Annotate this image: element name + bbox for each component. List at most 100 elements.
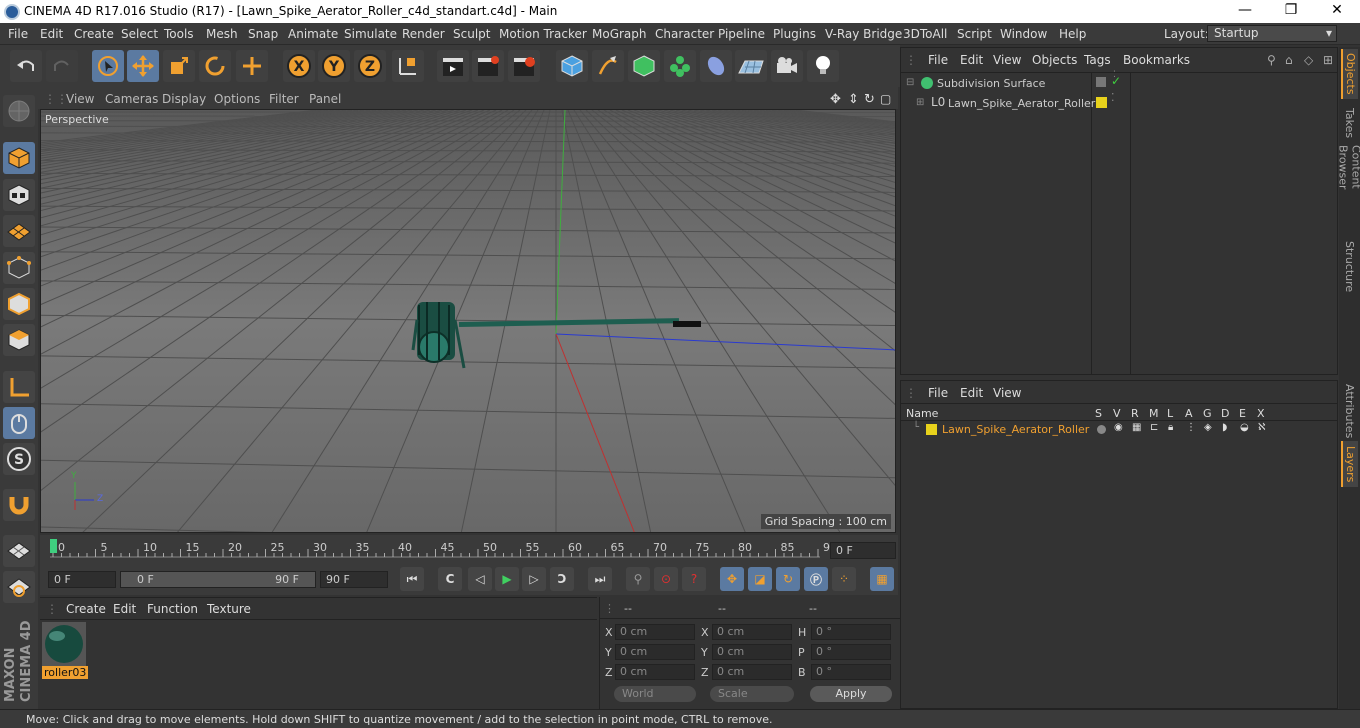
rot-p-field[interactable]: 0 °	[811, 644, 891, 660]
render-view-button[interactable]	[437, 50, 469, 82]
object-row-subdivision[interactable]: ⊟ Subdivision Surface ✓ ⁚	[901, 70, 1337, 94]
tab-objects[interactable]: Objects	[1341, 49, 1358, 99]
preview-range-slider[interactable]: 0 F 90 F	[120, 571, 316, 588]
layer-color-swatch[interactable]	[926, 424, 937, 435]
manager-icon[interactable]: ⊏	[1150, 422, 1158, 433]
viewport-nav-move-icon[interactable]: ✥	[830, 92, 841, 107]
pos-x-field[interactable]: 0 cm	[615, 624, 695, 640]
redo-button[interactable]	[46, 50, 78, 82]
objects-menu-bookmarks[interactable]: Bookmarks	[1123, 53, 1190, 67]
make-editable-button[interactable]	[3, 95, 35, 127]
end-frame-field[interactable]: 90 F	[320, 571, 388, 588]
go-to-end-button[interactable]: ⏭	[588, 567, 612, 591]
key-rotation-button[interactable]: ↻	[776, 567, 800, 591]
material-menu-create[interactable]: Create	[66, 602, 106, 616]
key-pla-button[interactable]: ⁘	[832, 567, 856, 591]
col-animation[interactable]: A	[1185, 407, 1193, 420]
layers-menu-view[interactable]: View	[993, 386, 1021, 400]
deformer-button[interactable]	[700, 50, 732, 82]
xref-icon[interactable]: ℵ	[1258, 422, 1265, 433]
key-parameter-button[interactable]: Ⓟ	[804, 567, 828, 591]
expression-icon[interactable]: ◒	[1240, 422, 1249, 433]
model-mode-button[interactable]	[3, 142, 35, 174]
apply-button[interactable]: Apply	[810, 686, 892, 702]
pen-spline-button[interactable]	[592, 50, 624, 82]
material-swatch[interactable]: roller03	[42, 622, 89, 679]
coordinate-system-button[interactable]	[392, 50, 424, 82]
camera-button[interactable]	[771, 50, 803, 82]
tweak-mode-button[interactable]	[3, 407, 35, 439]
col-name[interactable]: Name	[906, 407, 938, 420]
close-button[interactable]: ✕	[1314, 0, 1360, 23]
tab-attributes[interactable]: Attributes	[1341, 383, 1358, 439]
workplane-lock-button[interactable]	[3, 535, 35, 567]
workplane-mode-button[interactable]	[3, 215, 35, 247]
key-position-button[interactable]: ✥	[720, 567, 744, 591]
objects-menu-objects[interactable]: Objects	[1032, 53, 1077, 67]
keyframe-selection-button[interactable]: ?	[682, 567, 706, 591]
menu-create[interactable]: Create	[74, 27, 114, 41]
layer-row[interactable]: └ Lawn_Spike_Aerator_Roller ◉ ▦ ⊏ 🔒︎ ⋮ ◈…	[901, 422, 1337, 438]
objects-menu-view[interactable]: View	[993, 53, 1021, 67]
size-x-field[interactable]: 0 cm	[712, 624, 792, 640]
col-render[interactable]: R	[1131, 407, 1139, 420]
rot-h-field[interactable]: 0 °	[811, 624, 891, 640]
solo-dot-icon[interactable]	[1097, 425, 1106, 434]
menu-sculpt[interactable]: Sculpt	[453, 27, 490, 41]
back-icon[interactable]: ◇	[1304, 53, 1313, 67]
objects-menu-file[interactable]: File	[928, 53, 948, 67]
col-locked[interactable]: L	[1167, 407, 1173, 420]
transform-tool-button[interactable]	[236, 50, 268, 82]
col-manager[interactable]: M	[1149, 407, 1159, 420]
timeline[interactable]: 051015202530354045505560657075808590 0 F	[40, 535, 898, 565]
layout-select[interactable]: Startup ▾	[1207, 25, 1337, 42]
menu-motion-tracker[interactable]: Motion Tracker	[499, 27, 587, 41]
x-axis-button[interactable]: X	[283, 50, 315, 82]
points-mode-button[interactable]	[3, 252, 35, 284]
material-menu-texture[interactable]: Texture	[207, 602, 251, 616]
menu-simulate[interactable]: Simulate	[344, 27, 397, 41]
viewport-maximize-icon[interactable]: ▢	[880, 92, 891, 106]
viewport-menu-cameras[interactable]: Cameras	[105, 92, 158, 106]
viewport-menu-filter[interactable]: Filter	[269, 92, 299, 106]
home-icon[interactable]: ⌂	[1285, 53, 1293, 67]
menu-pipeline[interactable]: Pipeline	[718, 27, 765, 41]
z-axis-button[interactable]: Z	[354, 50, 386, 82]
move-tool-button[interactable]	[127, 50, 159, 82]
menu-edit[interactable]: Edit	[40, 27, 63, 41]
material-menu-edit[interactable]: Edit	[113, 602, 136, 616]
menu-3dtoall[interactable]: 3DToAll	[903, 27, 947, 41]
render-picture-viewer-button[interactable]	[472, 50, 504, 82]
scheme-settings-button[interactable]: ▦	[870, 567, 894, 591]
col-expressions[interactable]: E	[1239, 407, 1246, 420]
previous-key-button[interactable]: C	[438, 567, 462, 591]
col-deformers[interactable]: D	[1221, 407, 1229, 420]
locked-workplane-button[interactable]	[3, 571, 35, 603]
tab-structure[interactable]: Structure	[1341, 239, 1358, 295]
menu-animate[interactable]: Animate	[288, 27, 338, 41]
polygons-mode-button[interactable]	[3, 324, 35, 356]
eye-icon[interactable]: ◉	[1114, 422, 1123, 433]
rot-b-field[interactable]: 0 °	[811, 664, 891, 680]
menu-snap[interactable]: Snap	[248, 27, 278, 41]
col-xref[interactable]: X	[1257, 407, 1265, 420]
layers-menu-file[interactable]: File	[928, 386, 948, 400]
viewport-menu-view[interactable]: View	[66, 92, 94, 106]
collapse-icon[interactable]: ⊟	[906, 77, 914, 88]
objects-menu-edit[interactable]: Edit	[960, 53, 983, 67]
live-selection-button[interactable]	[92, 50, 124, 82]
col-generators[interactable]: G	[1203, 407, 1212, 420]
key-scale-button[interactable]: ◪	[748, 567, 772, 591]
menu-tools[interactable]: Tools	[164, 27, 194, 41]
y-axis-button[interactable]: Y	[318, 50, 350, 82]
next-frame-button[interactable]: ▷	[522, 567, 546, 591]
cloner-button[interactable]	[664, 50, 696, 82]
current-frame-field[interactable]: 0 F	[830, 542, 896, 559]
visibility-dots-icon[interactable]: ⁚	[1111, 91, 1115, 104]
viewport[interactable]: Perspective Y Z Grid Spacing : 100 cm	[40, 109, 896, 533]
record-active-objects-button[interactable]: ⚲	[626, 567, 650, 591]
menu-mograph[interactable]: MoGraph	[592, 27, 647, 41]
snap-button[interactable]	[3, 489, 35, 521]
material-menu-function[interactable]: Function	[147, 602, 198, 616]
rotate-tool-button[interactable]	[199, 50, 231, 82]
